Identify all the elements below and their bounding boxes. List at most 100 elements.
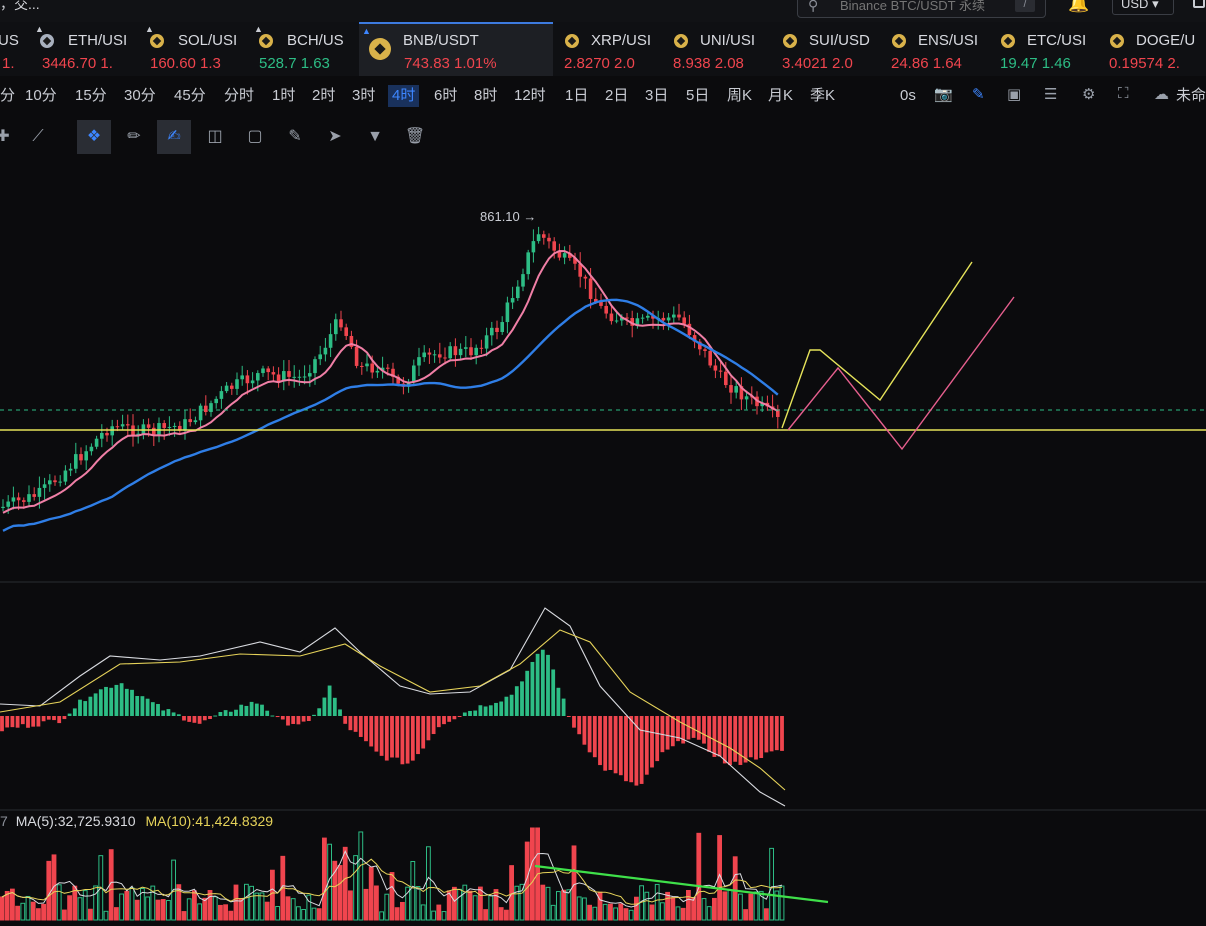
volume-bar xyxy=(155,899,161,921)
ticker-item-active[interactable]: ▲ BNB/USDT 743.83 1.01% xyxy=(359,22,553,76)
interval-option[interactable]: 12时 xyxy=(514,85,546,107)
volume-bar xyxy=(93,885,98,921)
trash-tool-icon[interactable]: 🗑 xyxy=(398,120,432,154)
interval-option[interactable]: 分 xyxy=(0,85,15,107)
coin-icon xyxy=(783,34,797,48)
candle-body xyxy=(432,354,437,356)
ruler-tool-icon[interactable]: ✏ xyxy=(117,120,151,154)
coin-icon xyxy=(1001,34,1015,48)
interval-option[interactable]: 2日 xyxy=(605,85,628,107)
ticker-item[interactable]: ▲ BCH/US 528.7 1.63 xyxy=(251,22,360,76)
currency-select[interactable]: USD ▾ xyxy=(1112,0,1174,15)
window-icon[interactable] xyxy=(1193,0,1205,8)
macd-bar xyxy=(416,716,420,755)
macd-bar xyxy=(218,712,223,716)
volume-bar xyxy=(207,890,213,921)
ticker-item[interactable]: XRP/USI 2.8270 2.0 xyxy=(557,22,666,76)
lock-tool-icon[interactable]: ▢ xyxy=(238,120,272,154)
volume-bar xyxy=(342,846,348,921)
macd-bar xyxy=(213,715,218,717)
ticker-item[interactable]: ETC/USI 19.47 1.46 xyxy=(993,22,1102,76)
interval-option[interactable]: 3时 xyxy=(352,85,375,107)
volume-legend: 7 MA(5):32,725.9310 MA(10):41,424.8329 xyxy=(0,813,273,829)
price-chart[interactable]: 861.10 → xyxy=(0,156,1206,926)
candle-body xyxy=(224,385,229,392)
ticker-item[interactable]: USI 1. xyxy=(0,22,20,76)
ticker-item[interactable]: SUI/USD 3.4021 2.0 xyxy=(775,22,884,76)
volume-bar xyxy=(290,898,296,921)
interval-option[interactable]: 3日 xyxy=(645,85,668,107)
candle-body xyxy=(453,346,458,356)
camera-icon[interactable]: 📷 xyxy=(934,85,953,103)
candle-body xyxy=(323,347,328,355)
macd-bar xyxy=(447,716,452,722)
filter-tool-icon[interactable]: ▼ xyxy=(358,120,392,154)
volume-bar xyxy=(77,897,83,921)
volume-bar xyxy=(103,910,109,921)
list-icon[interactable]: ☰ xyxy=(1044,85,1057,103)
trendline-tool-icon[interactable]: ⟋ xyxy=(21,120,55,154)
interval-option-selected[interactable]: 4时 xyxy=(388,85,420,107)
bookmark-tool-icon[interactable]: ❖ xyxy=(77,120,111,154)
ticker-item[interactable]: ENS/USI 24.86 1.64 xyxy=(884,22,993,76)
macd-bar xyxy=(592,716,597,758)
fullscreen-icon[interactable]: ⛶ xyxy=(1118,85,1129,102)
layout-icon[interactable]: ▣ xyxy=(1007,85,1021,103)
search-box[interactable]: ⚲ / xyxy=(797,0,1046,18)
interval-option[interactable]: 45分 xyxy=(174,85,206,107)
interval-option[interactable]: 季K xyxy=(810,85,835,107)
interval-option[interactable]: 10分 xyxy=(25,85,57,107)
interval-option[interactable]: 5日 xyxy=(686,85,709,107)
volume-bar xyxy=(675,906,681,921)
volume-bar xyxy=(160,899,166,921)
cursor-tool-icon[interactable]: ✚ xyxy=(0,120,20,154)
search-input[interactable] xyxy=(838,0,1012,15)
macd-bar xyxy=(280,716,285,720)
interval-option[interactable]: 6时 xyxy=(434,85,457,107)
interval-option[interactable]: 8时 xyxy=(474,85,497,107)
coin-icon xyxy=(674,34,688,48)
interval-option[interactable]: 15分 xyxy=(75,85,107,107)
volume-ma5-label: MA(5):32,725.9310 xyxy=(15,813,136,829)
volume-bar xyxy=(264,901,270,921)
macd-bar xyxy=(109,687,114,716)
candle-body xyxy=(646,315,650,318)
candle-body xyxy=(479,347,484,349)
candle-body xyxy=(526,252,530,275)
macd-bar xyxy=(244,705,249,716)
volume-bar xyxy=(592,906,598,921)
candle-body xyxy=(266,368,270,373)
ticker-item[interactable]: ▲ ETH/USI 3446.70 1. xyxy=(32,22,141,76)
macd-bar xyxy=(400,716,405,765)
interval-option[interactable]: 周K xyxy=(727,85,752,107)
macd-bar xyxy=(26,716,30,728)
note-tool-icon[interactable]: ✎ xyxy=(278,120,312,154)
candle-body xyxy=(193,420,198,423)
ticker-item[interactable]: UNI/USI 8.938 2.08 xyxy=(666,22,775,76)
interval-option[interactable]: 1时 xyxy=(272,85,295,107)
interval-option[interactable]: 2时 xyxy=(312,85,335,107)
candle-body xyxy=(141,424,146,434)
candle-body xyxy=(235,379,239,389)
candle-body xyxy=(214,398,218,404)
ticker-price: 24.86 1.64 xyxy=(891,55,962,72)
magnet-tool-icon[interactable]: ➤ xyxy=(318,120,352,154)
candle-body xyxy=(146,424,151,428)
ticker-item[interactable]: DOGE/U 0.19574 2. xyxy=(1102,22,1206,76)
coin-icon xyxy=(1110,34,1124,48)
ticker-item[interactable]: ▲ SOL/USI 160.60 1.3 xyxy=(142,22,251,76)
settings-icon[interactable]: ⚙ xyxy=(1082,85,1095,103)
brush-tool-icon[interactable]: ✍ xyxy=(157,120,191,154)
interval-option[interactable]: 月K xyxy=(768,85,793,107)
volume-bar xyxy=(145,896,150,921)
candle-tool-icon[interactable]: ◫ xyxy=(198,120,232,154)
interval-option[interactable]: 30分 xyxy=(124,85,156,107)
cloud-icon[interactable]: ☁ xyxy=(1154,85,1169,103)
macd-bar xyxy=(410,716,415,761)
pencil-icon[interactable]: ✎ xyxy=(972,85,985,103)
macd-bar xyxy=(41,716,46,722)
candle-body xyxy=(360,365,364,367)
bell-icon[interactable]: 🔔 xyxy=(1068,0,1089,14)
interval-option[interactable]: 分时 xyxy=(224,85,254,107)
interval-option[interactable]: 1日 xyxy=(565,85,588,107)
